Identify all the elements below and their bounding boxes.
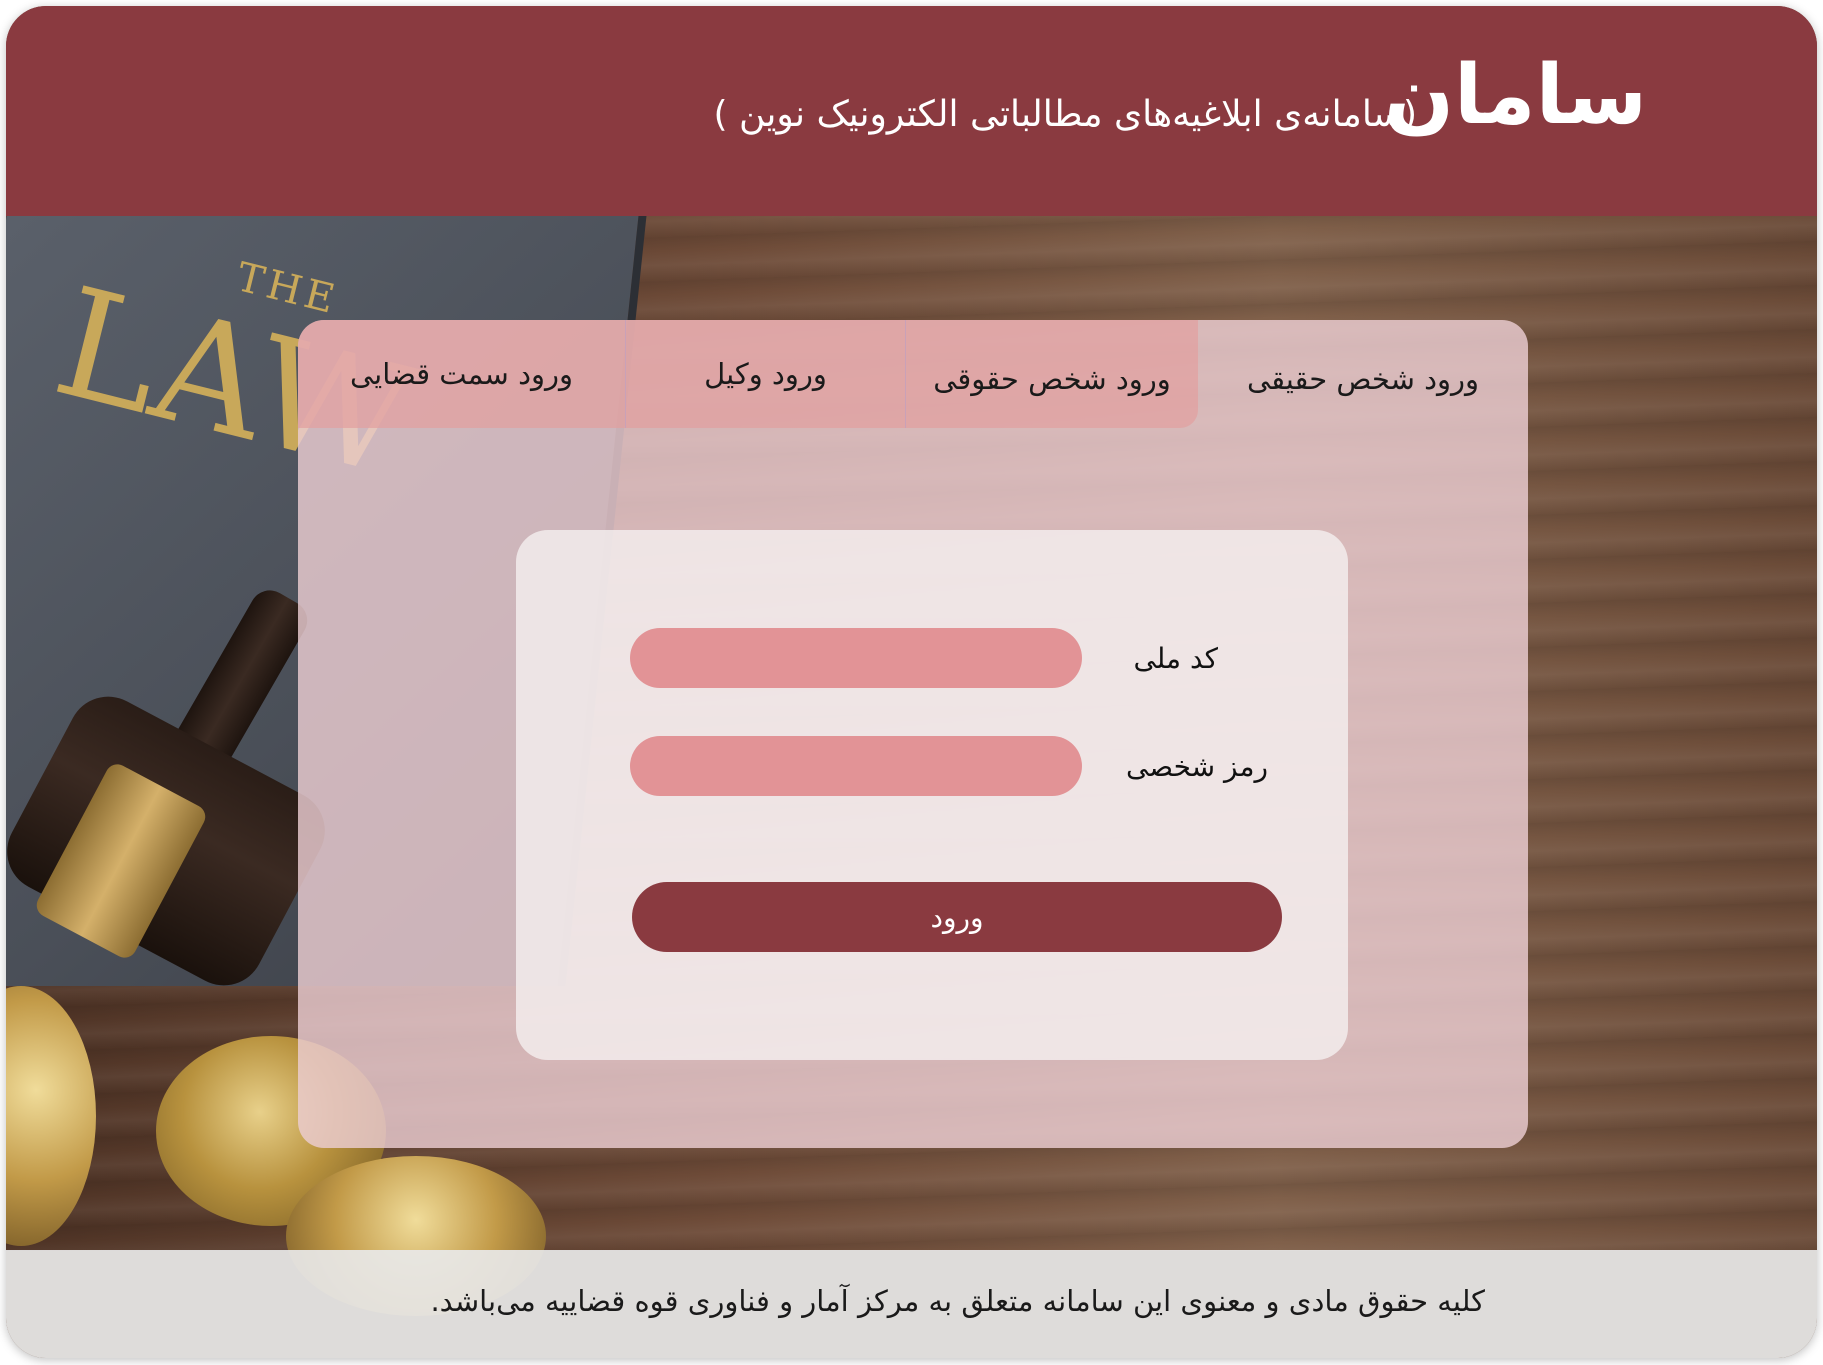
- app-window: سامان (سامانه‌ی ابلاغیه‌های مطالباتی الک…: [6, 6, 1817, 1358]
- tab-label: ورود شخص حقیقی: [1246, 362, 1480, 396]
- login-button[interactable]: ورود: [632, 882, 1282, 952]
- copyright-text: کلیه حقوق مادی و معنوی این سامانه متعلق …: [430, 1284, 1485, 1318]
- national-code-label: کد ملی: [1133, 641, 1218, 675]
- header-bar: سامان (سامانه‌ی ابلاغیه‌های مطالباتی الک…: [6, 6, 1817, 216]
- system-subtitle: (سامانه‌ی ابلاغیه‌های مطالباتی الکترونیک…: [713, 94, 1417, 135]
- login-form: کد ملی رمز شخصی ورود: [516, 530, 1348, 1060]
- tab-label: ورود سمت قضایی: [350, 357, 573, 391]
- tab-label: ورود شخص حقوقی: [933, 362, 1171, 396]
- scale-pan-left: [6, 986, 96, 1246]
- password-label: رمز شخصی: [1125, 749, 1268, 783]
- tab-legal-person[interactable]: ورود شخص حقوقی: [906, 320, 1198, 428]
- tab-natural-person[interactable]: ورود شخص حقیقی: [1198, 320, 1528, 428]
- national-code-input[interactable]: [630, 628, 1082, 688]
- password-row: رمز شخصی: [516, 736, 1348, 796]
- footer-bar: کلیه حقوق مادی و معنوی این سامانه متعلق …: [6, 1250, 1817, 1358]
- login-tabs: ورود شخص حقیقی ورود شخص حقوقی ورود وکیل …: [298, 320, 1528, 428]
- tab-judicial-officer[interactable]: ورود سمت قضایی: [298, 320, 626, 428]
- brand-title: سامان: [1384, 48, 1647, 143]
- tab-label: ورود وکیل: [704, 357, 827, 391]
- login-panel: ورود شخص حقیقی ورود شخص حقوقی ورود وکیل …: [298, 320, 1528, 1148]
- national-code-row: کد ملی: [516, 628, 1348, 688]
- tab-lawyer[interactable]: ورود وکیل: [626, 320, 906, 428]
- password-input[interactable]: [630, 736, 1082, 796]
